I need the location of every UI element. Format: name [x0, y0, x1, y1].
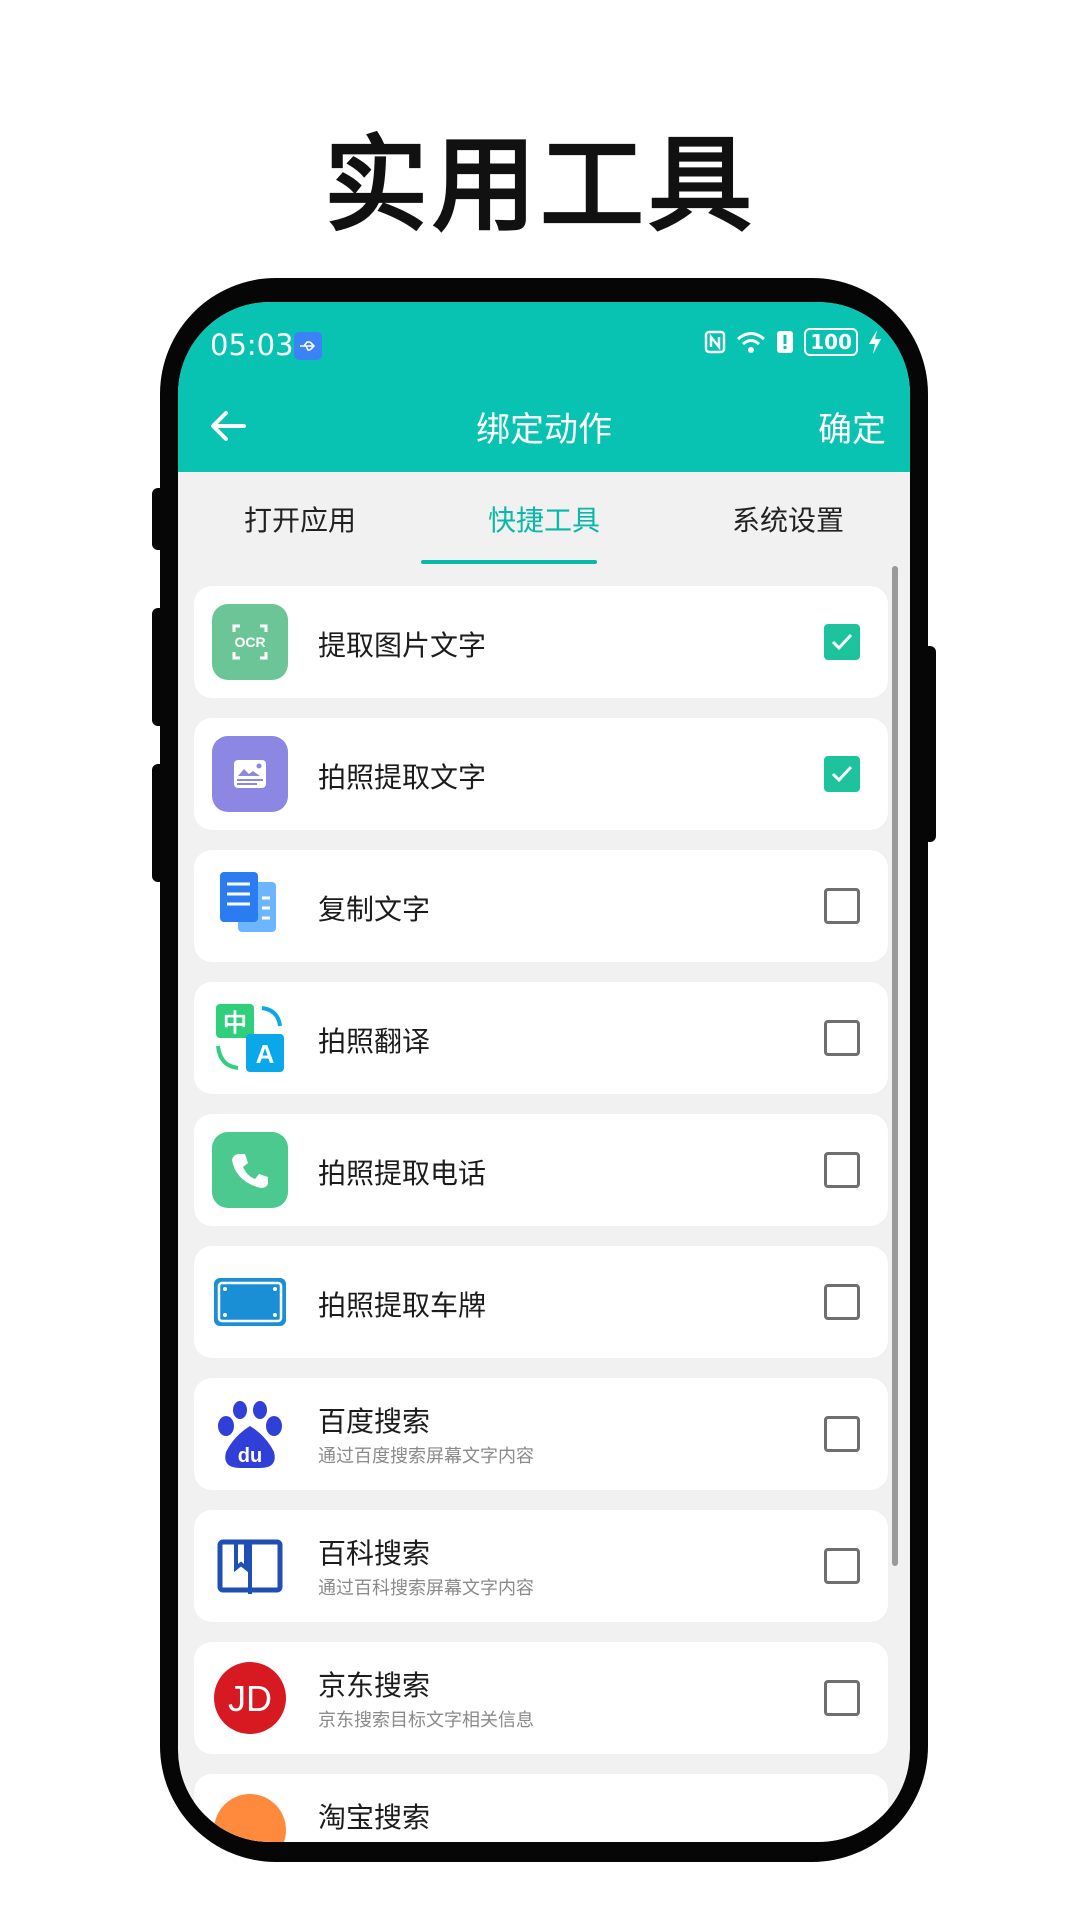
list-item[interactable]: 淘宝搜索 — [194, 1774, 888, 1842]
item-subtitle: 京东搜索目标文字相关信息 — [318, 1710, 534, 1731]
checkbox[interactable] — [824, 1020, 860, 1056]
list-item[interactable]: 拍照提取文字 — [194, 718, 888, 830]
item-label: 拍照提取车牌 — [318, 1289, 487, 1322]
item-label: 拍照提取电话 — [318, 1157, 487, 1190]
active-tab-indicator — [421, 560, 597, 564]
item-label: 京东搜索 — [318, 1669, 431, 1702]
ocr-icon: OCR — [212, 604, 288, 680]
item-subtitle: 通过百科搜索屏幕文字内容 — [318, 1578, 534, 1599]
item-label: 百度搜索 — [318, 1405, 431, 1438]
license-plate-icon — [214, 1278, 286, 1326]
phone-side-button — [152, 488, 166, 550]
svg-text:du: du — [238, 1445, 262, 1467]
app-bar: 05:03 100 绑定动作 确定 — [178, 302, 910, 472]
translate-icon-zh: 中 — [223, 1009, 247, 1037]
checkbox[interactable] — [824, 1548, 860, 1584]
list-item[interactable]: 中 A 拍照翻译 — [194, 982, 888, 1094]
item-label: 复制文字 — [318, 893, 431, 926]
checkbox[interactable] — [824, 888, 860, 924]
scrollbar[interactable] — [892, 566, 898, 1566]
usb-icon — [294, 332, 322, 360]
item-label: 百科搜索 — [318, 1537, 431, 1570]
item-subtitle: 通过百度搜索屏幕文字内容 — [318, 1446, 534, 1467]
list-item[interactable]: 复制文字 — [194, 850, 888, 962]
page-title: 绑定动作 — [476, 410, 612, 450]
jd-icon-text: JD — [228, 1678, 272, 1719]
translate-icon: 中 A — [216, 1004, 284, 1072]
list-item[interactable]: JD 京东搜索 京东搜索目标文字相关信息 — [194, 1642, 888, 1754]
tab-open-app[interactable]: 打开应用 — [178, 472, 422, 570]
phone-icon — [212, 1132, 288, 1208]
list-item[interactable]: du 百度搜索 通过百度搜索屏幕文字内容 — [194, 1378, 888, 1490]
item-label: 拍照翻译 — [318, 1025, 431, 1058]
list-item[interactable]: OCR 提取图片文字 — [194, 586, 888, 698]
book-icon — [217, 1539, 283, 1594]
item-label: 提取图片文字 — [318, 629, 487, 662]
charging-icon — [869, 330, 881, 354]
phone-side-button — [152, 608, 166, 726]
alert-icon — [777, 331, 794, 353]
item-label: 拍照提取文字 — [318, 761, 487, 794]
translate-icon-en: A — [256, 1039, 275, 1069]
list-item[interactable]: 拍照提取车牌 — [194, 1246, 888, 1358]
checkbox[interactable] — [824, 1680, 860, 1716]
jd-icon: JD — [214, 1662, 286, 1734]
wifi-icon — [737, 332, 766, 353]
battery-level: 100 — [804, 328, 858, 356]
checkbox[interactable] — [824, 1416, 860, 1452]
phone-side-button — [922, 646, 936, 842]
nfc-icon — [705, 330, 726, 354]
tab-system-settings[interactable]: 系统设置 — [666, 472, 910, 570]
baidu-icon: du — [218, 1401, 282, 1468]
taobao-icon — [214, 1794, 286, 1842]
checkbox[interactable] — [824, 624, 860, 660]
status-time: 05:03 — [210, 328, 294, 362]
list-item[interactable]: 拍照提取电话 — [194, 1114, 888, 1226]
confirm-button[interactable]: 确定 — [818, 402, 886, 451]
checkbox[interactable] — [824, 1152, 860, 1188]
item-label: 淘宝搜索 — [318, 1801, 431, 1834]
promo-title: 实用工具 — [323, 124, 756, 246]
status-icons: 100 — [704, 328, 882, 356]
copy-text-icon — [220, 872, 276, 932]
phone-screen: 05:03 100 绑定动作 确定 打开应用 快捷工具 系统设置 OCR 提取图… — [178, 302, 910, 1842]
tab-quick-tools[interactable]: 快捷工具 — [422, 472, 666, 570]
checkbox[interactable] — [824, 1284, 860, 1320]
checkbox[interactable] — [824, 756, 860, 792]
photo-text-icon — [212, 736, 288, 812]
list-item[interactable]: 百科搜索 通过百科搜索屏幕文字内容 — [194, 1510, 888, 1622]
phone-side-button — [152, 764, 166, 882]
svg-text:OCR: OCR — [234, 634, 265, 650]
tab-bar: 打开应用 快捷工具 系统设置 — [178, 472, 910, 570]
